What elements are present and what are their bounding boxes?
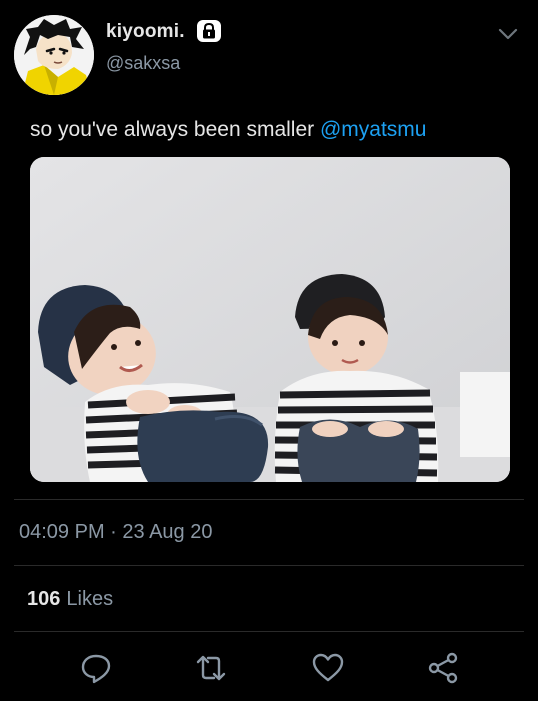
- likes-count: 106: [27, 588, 61, 610]
- divider: [14, 499, 524, 500]
- avatar[interactable]: [14, 15, 94, 95]
- likes-label: Likes: [66, 588, 114, 610]
- tweet-timestamp[interactable]: 04:09 PM · 23 Aug 20: [19, 521, 212, 544]
- reply-icon[interactable]: [79, 651, 113, 685]
- lock-icon: [197, 20, 221, 42]
- divider: [14, 565, 524, 566]
- tweet-body: so you've always been smaller: [30, 118, 320, 141]
- divider: [14, 631, 524, 632]
- display-name[interactable]: kiyoomi.: [106, 21, 185, 43]
- tweet-header: kiyoomi. @sakxsa: [0, 0, 538, 110]
- action-bar: [0, 645, 538, 691]
- mention-link[interactable]: @myatsmu: [320, 118, 427, 141]
- tweet-photo[interactable]: [30, 157, 510, 482]
- heart-icon[interactable]: [311, 651, 345, 685]
- share-icon[interactable]: [426, 651, 460, 685]
- photo-illustration: [30, 157, 510, 482]
- likes-stat[interactable]: 106 Likes: [27, 588, 113, 611]
- chevron-down-icon[interactable]: [498, 27, 518, 41]
- tweet-text: so you've always been smaller @myatsmu: [30, 118, 426, 142]
- user-handle[interactable]: @sakxsa: [106, 53, 180, 74]
- retweet-icon[interactable]: [194, 651, 228, 685]
